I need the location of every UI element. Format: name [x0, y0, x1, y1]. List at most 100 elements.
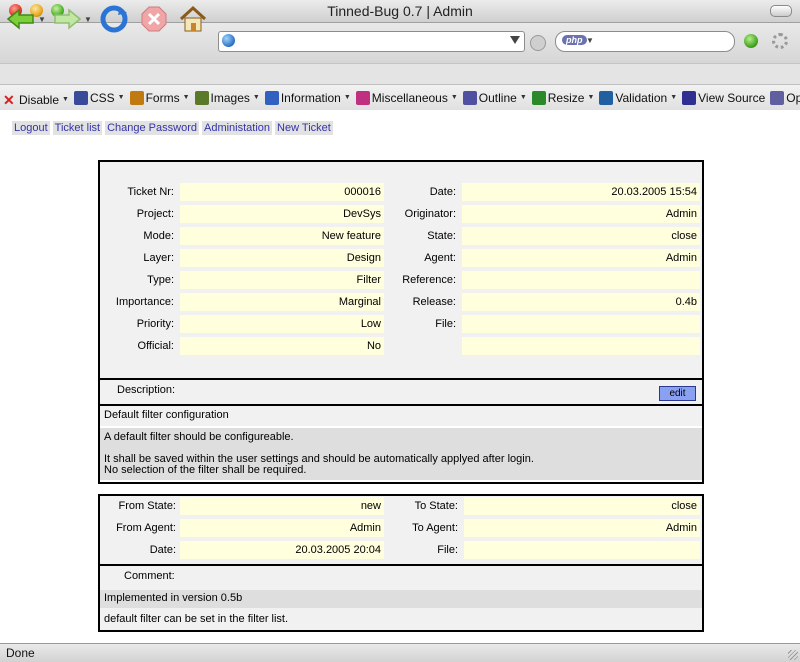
- search-engine-label[interactable]: php: [562, 35, 587, 45]
- web-developer-toolbar: ✕ Disable ▼ CSS ▼ Forms ▼ Images ▼ Information ▼ Mi…: [0, 84, 800, 111]
- devbar-item-label: Outline: [478, 90, 517, 105]
- download-icon[interactable]: [744, 34, 758, 48]
- comment-summary-row: Implemented in version 0.5b: [100, 590, 702, 608]
- devbar-item-label: Disable: [19, 92, 60, 107]
- options-icon: [770, 90, 785, 105]
- edit-button[interactable]: edit: [659, 386, 696, 401]
- ticket-left-field-label: Priority:: [136, 318, 174, 330]
- back-button[interactable]: ▼: [6, 5, 46, 33]
- devbar-css-menu[interactable]: CSS ▼: [73, 85, 125, 110]
- devbar-outline-menu[interactable]: Outline ▼: [462, 85, 527, 110]
- forms-icon: [129, 90, 144, 105]
- comment-summary: Implemented in version 0.5b: [104, 592, 243, 604]
- devbar-miscellaneous-menu[interactable]: Miscellaneous ▼: [355, 85, 458, 110]
- history-left-field-value: 20.03.2005 20:04: [180, 541, 384, 559]
- dropdown-arrow-icon: ▼: [62, 96, 69, 103]
- main-menu: Logout Ticket list Change Password Admin…: [12, 121, 336, 135]
- devbar-resize-menu[interactable]: Resize ▼: [531, 85, 595, 110]
- administation-link[interactable]: Administation: [201, 121, 273, 135]
- ticket-left-field-value: Design: [180, 249, 384, 267]
- description-header: Description: edit: [100, 380, 702, 404]
- ticket-list-link[interactable]: Ticket list: [52, 121, 103, 135]
- ticket-left-field-label: Type:: [147, 274, 174, 286]
- ticket-left-field-label: Official:: [137, 340, 174, 352]
- ticket-left-field-value: Filter: [180, 271, 384, 289]
- go-button[interactable]: [530, 35, 546, 51]
- logout-link[interactable]: Logout: [12, 121, 50, 135]
- history-left-field-value: Admin: [180, 519, 384, 537]
- ticket-right-field-value: [462, 315, 700, 333]
- description-line: A default filter should be configureable…: [104, 431, 294, 443]
- address-bar[interactable]: [218, 31, 525, 52]
- ticket-left-field-value: New feature: [180, 227, 384, 245]
- history-fields-panel: From State: new From Agent: Admin Date: 20.03…: [100, 496, 702, 564]
- ticket-right-field-label: File:: [435, 318, 456, 330]
- comment-label: Comment:: [124, 570, 175, 582]
- bookmarks-bar: [0, 63, 800, 84]
- stop-icon: [141, 6, 167, 32]
- devbar-images-menu[interactable]: Images ▼: [194, 85, 260, 110]
- dropdown-arrow-icon: ▼: [182, 94, 190, 101]
- misc-icon: [355, 90, 370, 105]
- outline-icon: [462, 90, 477, 105]
- new-ticket-link[interactable]: New Ticket: [275, 121, 333, 135]
- ticket-right-field-value: Admin: [462, 205, 700, 223]
- reload-icon: [100, 5, 128, 33]
- ticket-left-field-value: Low: [180, 315, 384, 333]
- ticket-right-field-value: [462, 271, 700, 289]
- dropdown-arrow-icon: ▼: [117, 94, 125, 101]
- devbar-item-label: Validation: [615, 90, 668, 105]
- forward-button[interactable]: ▼: [52, 5, 92, 33]
- ticket-left-field-label: Layer:: [143, 252, 174, 264]
- home-icon: [179, 5, 207, 32]
- devbar-item-label: Resize: [547, 90, 585, 105]
- home-button[interactable]: [178, 5, 208, 33]
- css-icon: [73, 90, 88, 105]
- devbar-information-menu[interactable]: Information ▼: [264, 85, 351, 110]
- resize-icon: [531, 90, 546, 105]
- stop-button[interactable]: [139, 5, 169, 33]
- dropdown-arrow-icon: ▼: [587, 94, 595, 101]
- ticket-right-field-value: [462, 337, 700, 355]
- validation-icon: [599, 90, 614, 105]
- comment-body-row: default filter can be set in the filter …: [100, 608, 702, 630]
- toolbar-toggle-button[interactable]: [770, 5, 792, 17]
- devbar-disable-menu[interactable]: ✕ Disable ▼: [3, 87, 69, 110]
- description-label: Description:: [117, 384, 176, 396]
- history-right-field-label: File:: [437, 544, 458, 556]
- search-engine-dropdown-icon[interactable]: ▼: [586, 36, 594, 45]
- devbar-item-label: Miscellaneous: [371, 90, 448, 105]
- address-history-dropdown-icon[interactable]: [510, 36, 520, 44]
- devbar-item-label: Forms: [145, 90, 180, 105]
- devbar-item-label: Opt: [786, 90, 800, 105]
- devbar-forms-menu[interactable]: Forms ▼: [129, 85, 190, 110]
- info-icon: [264, 90, 279, 105]
- history-right-field-value: [464, 541, 700, 559]
- devbar-validation-menu[interactable]: Validation ▼: [599, 85, 677, 110]
- ticket-description-body: A default filter should be configureable…: [100, 428, 702, 480]
- search-box[interactable]: php ▼: [555, 31, 735, 52]
- ticket-left-field-label: Importance:: [115, 296, 174, 308]
- dropdown-arrow-icon: ▼: [670, 94, 678, 101]
- devbar-view-source-menu[interactable]: View Source: [682, 85, 765, 110]
- resize-grip-icon[interactable]: [788, 650, 798, 660]
- dropdown-arrow-icon: ▼: [450, 94, 458, 101]
- dropdown-arrow-icon: ▼: [252, 94, 260, 101]
- history-right-field-value: Admin: [464, 519, 700, 537]
- status-text: Done: [6, 646, 35, 660]
- ticket-left-field-value: 000016: [180, 183, 384, 201]
- ticket-right-field-label: State:: [427, 230, 456, 242]
- comment-header: Comment:: [100, 566, 702, 590]
- ticket-left-field-label: Project:: [136, 208, 174, 220]
- reload-button[interactable]: [99, 5, 129, 33]
- devbar-opt-menu[interactable]: Opt: [770, 85, 800, 110]
- ticket-right-field-value: 20.03.2005 15:54: [462, 183, 700, 201]
- ticket-left-field-value: No: [180, 337, 384, 355]
- images-icon: [194, 90, 209, 105]
- description-line: No selection of the filter shall be requ…: [104, 464, 307, 476]
- change-password-link[interactable]: Change Password: [105, 121, 199, 135]
- ticket-right-field-label: Originator:: [404, 208, 456, 220]
- ticket-summary: Default filter configuration: [104, 409, 229, 421]
- history-left-field-value: new: [180, 497, 384, 515]
- history-right-field-label: To Agent:: [412, 522, 458, 534]
